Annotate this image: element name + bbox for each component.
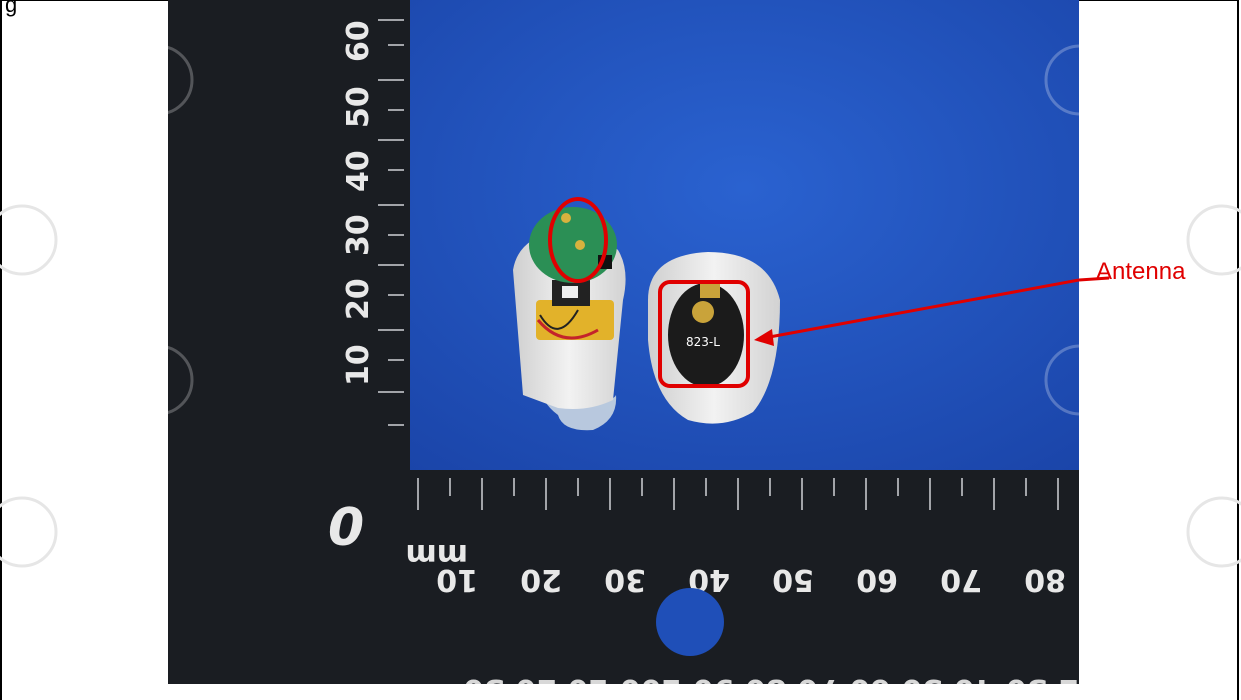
ruler-hole xyxy=(656,588,724,656)
watermark-stamp xyxy=(1186,496,1241,568)
device-photo: 60 50 40 30 20 10 mm 10 20 30 40 50 60 7… xyxy=(168,0,1079,684)
earbud-left-half xyxy=(513,207,626,431)
watermark-stamp xyxy=(1186,204,1241,276)
ruler-h-tick: 20 xyxy=(520,562,562,597)
ruler-h-tick: 50 xyxy=(772,562,814,597)
ruler-v-tick: 30 xyxy=(341,214,376,256)
ruler-h-tick: 10 xyxy=(436,562,478,597)
ruler-bottom-partial: 2 30 40 50 60 70 80 90 100 10 20 30 xyxy=(463,672,1079,684)
ruler-v-tick: 40 xyxy=(341,150,376,192)
antenna-marking: 823-L xyxy=(686,335,720,349)
ruler-v-tick: 20 xyxy=(341,278,376,320)
ruler-v-tick: 10 xyxy=(341,344,376,386)
ruler-zero: 0 xyxy=(328,498,364,558)
ruler-h-tick: 70 xyxy=(940,562,982,597)
ruler-v-tick: 50 xyxy=(341,86,376,128)
ruler-v-tick: 60 xyxy=(341,20,376,62)
antenna-callout-label: Antenna xyxy=(1096,258,1186,285)
ruler-h-tick: 80 xyxy=(1024,562,1066,597)
watermark-stamp xyxy=(0,204,58,276)
watermark-stamp xyxy=(0,496,58,568)
ruler-h-tick: 30 xyxy=(604,562,646,597)
ruler-h-tick: 60 xyxy=(856,562,898,597)
